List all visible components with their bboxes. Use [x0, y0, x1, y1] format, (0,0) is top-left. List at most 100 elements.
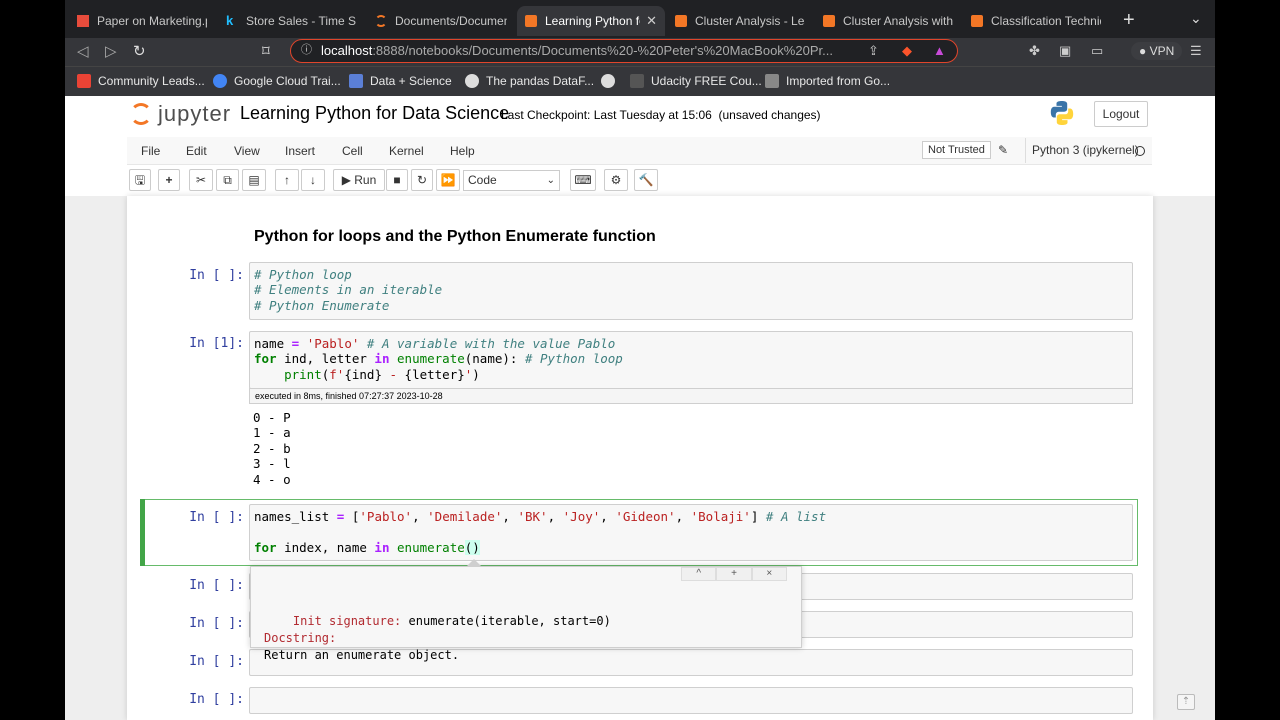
tooltip-signature: enumerate(iterable, start=0): [408, 614, 611, 628]
interrupt-icon[interactable]: ■: [386, 169, 408, 191]
cell-output: 0 - P 1 - a 2 - b 3 - l 4 - o: [253, 410, 291, 487]
new-tab-icon[interactable]: +: [1123, 9, 1135, 32]
keyboard-icon[interactable]: ⌨: [570, 169, 596, 191]
bookmark-pandas[interactable]: The pandas DataF...: [465, 74, 594, 88]
tooltip-expand-button[interactable]: ^: [681, 567, 717, 581]
move-down-icon[interactable]: ↓: [301, 169, 325, 191]
jupyter-icon: [375, 15, 387, 27]
extensions-icon[interactable]: ✤: [1029, 43, 1040, 59]
bookmark-google-cloud[interactable]: Google Cloud Trai...: [213, 74, 341, 88]
pdf-icon: [77, 15, 89, 27]
add-cell-icon[interactable]: +: [158, 169, 180, 191]
save-icon[interactable]: 🖫: [129, 169, 151, 191]
checkpoint-status: Last Checkpoint: Last Tuesday at 15:06 (…: [501, 108, 821, 122]
browser-window: Paper on Marketing.pdf k Store Sales - T…: [65, 0, 1215, 720]
restart-icon[interactable]: ↻: [411, 169, 433, 191]
move-up-icon[interactable]: ↑: [275, 169, 299, 191]
copy-icon[interactable]: ⧉: [216, 169, 239, 191]
menu-bar: File Edit View Insert Cell Kernel Help N…: [127, 137, 1152, 165]
bookmark-udacity[interactable]: Udacity FREE Cou...: [630, 74, 762, 88]
menu-kernel[interactable]: Kernel: [389, 144, 424, 158]
tab-store-sales[interactable]: k Store Sales - Time Series: [218, 6, 364, 36]
tab-classification[interactable]: Classification Techniqu: [963, 6, 1109, 36]
pandas-icon: [465, 74, 479, 88]
hammer-icon[interactable]: 🔨: [634, 169, 658, 191]
tooltip-close-button[interactable]: ×: [751, 567, 787, 581]
book-icon: [675, 15, 687, 27]
tab-cluster-analysis[interactable]: Cluster Analysis - Lear: [667, 6, 813, 36]
url-bar[interactable]: ⓘ localhost:8888/notebooks/Documents/Doc…: [290, 39, 958, 63]
jupyter-logo-icon: [130, 103, 152, 125]
bookmark-imported[interactable]: Imported from Go...: [765, 74, 890, 88]
brave-rewards-icon[interactable]: ▲: [933, 43, 946, 58]
udacity-icon: [630, 74, 644, 88]
menu-help[interactable]: Help: [450, 144, 475, 158]
menu-edit[interactable]: Edit: [186, 144, 207, 158]
cell-prompt: In [ ]:: [189, 268, 244, 283]
address-toolbar: ◁ ▷ ↻ ⌑ ⓘ localhost:8888/notebooks/Docum…: [65, 38, 1215, 66]
bookmark-globe[interactable]: [601, 74, 622, 88]
book-icon: [971, 15, 983, 27]
menu-file[interactable]: File: [141, 144, 160, 158]
tooltip-docstring: Return an enumerate object.: [264, 648, 460, 662]
paste-icon[interactable]: ▤: [242, 169, 266, 191]
cell-prompt: In [ ]:: [189, 654, 244, 669]
globe-icon: [601, 74, 615, 88]
menu-icon[interactable]: ☰: [1190, 43, 1202, 59]
book-icon: [823, 15, 835, 27]
menu-view[interactable]: View: [234, 144, 260, 158]
cell-prompt: In [ ]:: [189, 616, 244, 631]
brave-shield-icon[interactable]: ◆: [902, 43, 912, 59]
sidebar-icon[interactable]: ▣: [1059, 43, 1071, 59]
code-cell-input[interactable]: # Python loop # Elements in an iterable …: [249, 262, 1133, 320]
jupyter-logo[interactable]: jupyter: [130, 101, 231, 127]
tab-bar: Paper on Marketing.pdf k Store Sales - T…: [65, 0, 1215, 38]
google-icon: [213, 74, 227, 88]
cell-type-select[interactable]: Code ⌄: [463, 170, 560, 191]
kernel-name[interactable]: Python 3 (ipykernel): [1025, 138, 1139, 163]
reload-icon[interactable]: ↻: [133, 42, 146, 60]
pencil-icon[interactable]: ✎: [998, 143, 1008, 157]
tab-learning-python[interactable]: Learning Python for ✕: [517, 6, 665, 36]
restart-run-all-icon[interactable]: ⏩: [436, 169, 460, 191]
folder-icon: [765, 74, 779, 88]
menu-insert[interactable]: Insert: [285, 144, 315, 158]
cell-prompt: In [1]:: [189, 336, 244, 351]
forward-icon[interactable]: ▷: [105, 42, 117, 60]
not-trusted-button[interactable]: Not Trusted: [922, 141, 991, 159]
chevron-down-icon[interactable]: ⌄: [1190, 10, 1202, 27]
scroll-to-top-icon[interactable]: ⇡: [1177, 694, 1195, 710]
tooltip-pager-button[interactable]: +: [716, 567, 752, 581]
run-button[interactable]: ▶ Run: [333, 169, 385, 191]
settings-icon[interactable]: ⚙: [604, 169, 628, 191]
close-tab-icon[interactable]: ✕: [646, 13, 657, 29]
menu-cell[interactable]: Cell: [342, 144, 363, 158]
cell-prompt: In [ ]:: [189, 692, 244, 707]
back-icon[interactable]: ◁: [77, 42, 89, 60]
jupyter-header: jupyter Learning Python for Data Science…: [65, 96, 1215, 196]
tab-cluster-analysis-b[interactable]: Cluster Analysis with B: [815, 6, 961, 36]
notebook-toolbar: 🖫 + ✂ ⧉ ▤ ↑ ↓ ▶ Run ■ ↻ ⏩ Code ⌄ ⌨ ⚙ 🔨: [127, 169, 1152, 193]
wallet-icon[interactable]: ▭: [1091, 43, 1103, 59]
chevron-down-icon: ⌄: [546, 175, 555, 186]
cut-icon[interactable]: ✂: [189, 169, 213, 191]
code-cell-input-active[interactable]: names_list = ['Pablo', 'Demilade', 'BK',…: [249, 504, 1133, 561]
bookmark-community-leads[interactable]: Community Leads...: [77, 74, 205, 88]
kaggle-icon: k: [226, 13, 234, 28]
tab-paper-marketing[interactable]: Paper on Marketing.pdf: [69, 6, 215, 36]
code-cell-input[interactable]: [249, 687, 1133, 714]
vpn-button[interactable]: ● VPN: [1131, 42, 1183, 60]
cell-prompt: In [ ]:: [189, 510, 244, 525]
tab-documents[interactable]: Documents/Documents: [367, 6, 515, 36]
logout-button[interactable]: Logout: [1094, 101, 1148, 127]
share-icon[interactable]: ⇪: [868, 43, 879, 59]
code-cell-input[interactable]: name = 'Pablo' # A variable with the val…: [249, 331, 1133, 389]
markdown-heading[interactable]: Python for loops and the Python Enumerat…: [254, 228, 656, 246]
book-icon: [525, 15, 537, 27]
bookmark-data-science[interactable]: Data + Science: [349, 74, 452, 88]
bookmarks-bar: Community Leads... Google Cloud Trai... …: [65, 66, 1215, 96]
tooltip-arrow: [466, 559, 482, 567]
grid-icon: [349, 74, 363, 88]
bookmark-icon[interactable]: ⌑: [262, 42, 270, 60]
notebook-title[interactable]: Learning Python for Data Science: [240, 103, 509, 124]
